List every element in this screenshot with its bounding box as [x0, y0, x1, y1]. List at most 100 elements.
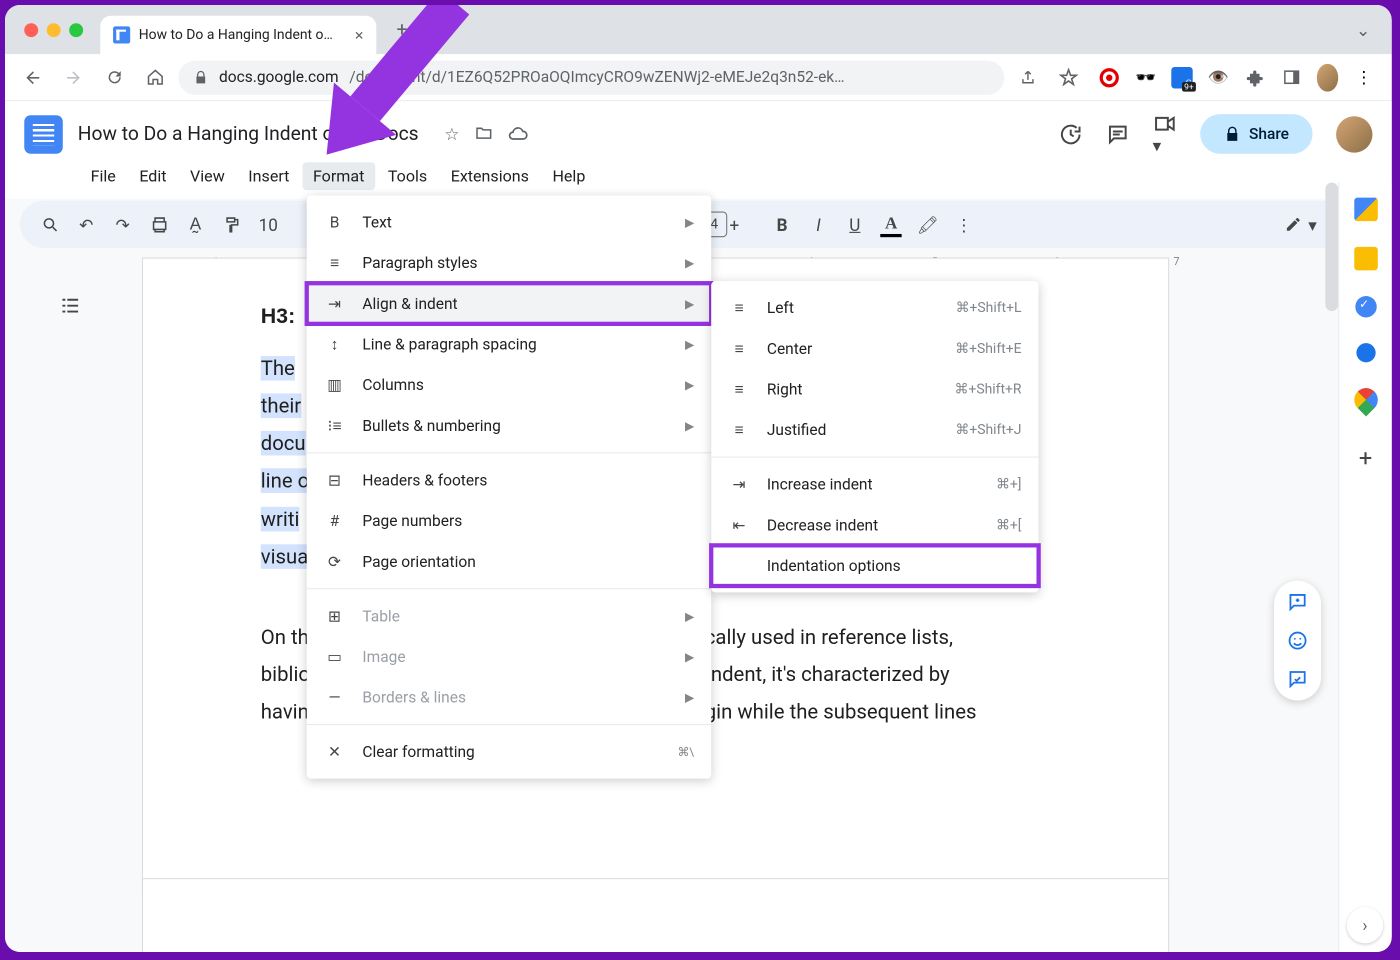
- bold-icon[interactable]: B: [767, 209, 797, 239]
- menu-item-label: Page orientation: [362, 552, 475, 570]
- underline-icon[interactable]: U: [840, 209, 870, 239]
- body-text: On th: [261, 624, 309, 649]
- format-menu-item[interactable]: ≡Paragraph styles▶: [307, 243, 711, 284]
- extensions-puzzle-icon[interactable]: [1244, 67, 1265, 88]
- extensions-row: 🕶️ G9+ 👁️ ⋮: [1092, 67, 1381, 88]
- format-menu-item[interactable]: ⊟Headers & footers: [307, 460, 711, 501]
- highlight-icon[interactable]: 🖍: [913, 209, 943, 239]
- align-menu-item[interactable]: ⇥Increase indent⌘+]: [711, 464, 1038, 505]
- history-icon[interactable]: [1058, 122, 1082, 146]
- docs-logo-icon[interactable]: [24, 115, 63, 154]
- more-tools-icon[interactable]: ⋮: [949, 209, 979, 239]
- emoji-react-icon[interactable]: [1287, 630, 1308, 651]
- close-tab-icon[interactable]: ×: [355, 25, 364, 44]
- editing-mode-button[interactable]: ▾: [1274, 214, 1328, 234]
- home-button[interactable]: [138, 60, 172, 94]
- maps-icon[interactable]: [1349, 383, 1382, 416]
- document-outline-icon[interactable]: [59, 294, 83, 318]
- move-icon[interactable]: [475, 124, 493, 144]
- add-comment-icon[interactable]: [1287, 591, 1308, 612]
- suggest-edits-icon[interactable]: [1287, 668, 1308, 689]
- search-menus-icon[interactable]: [35, 209, 65, 239]
- address-bar[interactable]: docs.google.com/document/d/1EZ6Q52PROaOQ…: [178, 60, 1004, 94]
- align-menu-item[interactable]: ≡Right⌘+Shift+R: [711, 369, 1038, 410]
- menu-item-label: Indentation options: [767, 557, 901, 575]
- bookmark-star-icon[interactable]: [1051, 60, 1085, 94]
- comments-icon[interactable]: [1106, 122, 1130, 146]
- back-button[interactable]: [16, 60, 50, 94]
- star-icon[interactable]: ☆: [444, 124, 459, 144]
- expand-side-panel-icon[interactable]: ›: [1347, 907, 1383, 943]
- redo-icon[interactable]: ↷: [108, 209, 138, 239]
- body-text: havin: [261, 700, 309, 725]
- menu-item-icon: ⇤: [728, 516, 749, 534]
- floating-comment-toolbar: [1274, 581, 1321, 701]
- menu-bar: File Edit View Insert Format Tools Exten…: [24, 156, 1372, 199]
- body-text: cally used in reference lists,: [705, 624, 953, 649]
- shortcut-text: ⌘+Shift+R: [955, 381, 1022, 397]
- align-menu-item[interactable]: ≡Justified⌘+Shift+J: [711, 409, 1038, 450]
- tasks-icon[interactable]: [1355, 296, 1376, 317]
- extension-badge-icon[interactable]: G9+: [1171, 67, 1192, 88]
- keep-icon[interactable]: [1354, 247, 1378, 271]
- format-menu-item[interactable]: ▥Columns▶: [307, 365, 711, 406]
- browser-tab[interactable]: How to Do a Hanging Indent o… ×: [100, 16, 376, 55]
- undo-icon[interactable]: ↶: [71, 209, 101, 239]
- cloud-status-icon[interactable]: [508, 124, 528, 144]
- menu-help[interactable]: Help: [542, 162, 596, 190]
- menu-insert[interactable]: Insert: [238, 162, 301, 190]
- vertical-ruler[interactable]: [5, 258, 24, 952]
- menu-item-icon: ⇥: [728, 475, 749, 493]
- format-menu-item[interactable]: #Page numbers: [307, 500, 711, 541]
- document-page[interactable]: [142, 878, 1169, 952]
- ublock-icon[interactable]: [1099, 67, 1120, 88]
- meet-icon[interactable]: ▾: [1153, 112, 1177, 156]
- menu-item-label: Page numbers: [362, 512, 462, 530]
- menu-tools[interactable]: Tools: [377, 162, 438, 190]
- share-url-icon[interactable]: [1011, 60, 1045, 94]
- menu-item-label: Image: [362, 648, 405, 666]
- text-color-icon[interactable]: A: [876, 209, 906, 239]
- menu-item-icon: ≡: [324, 254, 345, 272]
- add-addon-icon[interactable]: +: [1359, 446, 1372, 473]
- extension-icon[interactable]: 👁️: [1208, 67, 1229, 88]
- format-menu-item[interactable]: ↕Line & paragraph spacing▶: [307, 324, 711, 365]
- spellcheck-icon[interactable]: A̰: [180, 209, 210, 239]
- format-menu-item[interactable]: ⟳Page orientation: [307, 541, 711, 582]
- zoom-icon[interactable]: 10: [253, 209, 283, 239]
- submenu-arrow-icon: ▶: [685, 215, 694, 229]
- menu-item-icon: ▥: [324, 376, 345, 394]
- align-menu-item[interactable]: ≡Left⌘+Shift+L: [711, 287, 1038, 328]
- menu-edit[interactable]: Edit: [129, 162, 178, 190]
- extension-icon[interactable]: 🕶️: [1135, 67, 1156, 88]
- submenu-arrow-icon: ▶: [685, 297, 694, 311]
- sidepanel-icon[interactable]: [1280, 67, 1301, 88]
- menu-extensions[interactable]: Extensions: [440, 162, 540, 190]
- tabs-overflow-icon[interactable]: ⌄: [1347, 19, 1378, 39]
- paint-format-icon[interactable]: [217, 209, 247, 239]
- scrollbar-thumb[interactable]: [1325, 183, 1338, 311]
- align-menu-item[interactable]: ⇤Decrease indent⌘+[: [711, 505, 1038, 546]
- profile-avatar[interactable]: [1317, 67, 1338, 88]
- calendar-icon[interactable]: [1354, 198, 1378, 222]
- align-menu-item[interactable]: Indentation options: [711, 545, 1038, 586]
- chrome-menu-icon[interactable]: ⋮: [1353, 67, 1374, 88]
- menu-item-label: Clear formatting: [362, 743, 474, 761]
- format-menu-item[interactable]: ⇥Align & indent▶: [307, 283, 711, 324]
- format-menu-item: ⊞Table▶: [307, 596, 711, 637]
- font-size-increase[interactable]: +: [730, 214, 740, 234]
- contacts-icon[interactable]: [1356, 343, 1375, 362]
- format-menu-item[interactable]: ⁝≡Bullets & numbering▶: [307, 405, 711, 446]
- format-menu-item[interactable]: ✕Clear formatting⌘\: [307, 732, 711, 773]
- italic-icon[interactable]: I: [803, 209, 833, 239]
- window-controls[interactable]: [18, 8, 94, 52]
- align-menu-item[interactable]: ≡Center⌘+Shift+E: [711, 328, 1038, 369]
- print-icon[interactable]: [144, 209, 174, 239]
- menu-item-label: Borders & lines: [362, 688, 466, 706]
- share-button[interactable]: Share: [1200, 114, 1313, 154]
- format-menu-item[interactable]: BText▶: [307, 202, 711, 243]
- reload-button[interactable]: [97, 60, 131, 94]
- menu-file[interactable]: File: [80, 162, 127, 190]
- menu-view[interactable]: View: [179, 162, 235, 190]
- account-avatar[interactable]: [1336, 116, 1372, 152]
